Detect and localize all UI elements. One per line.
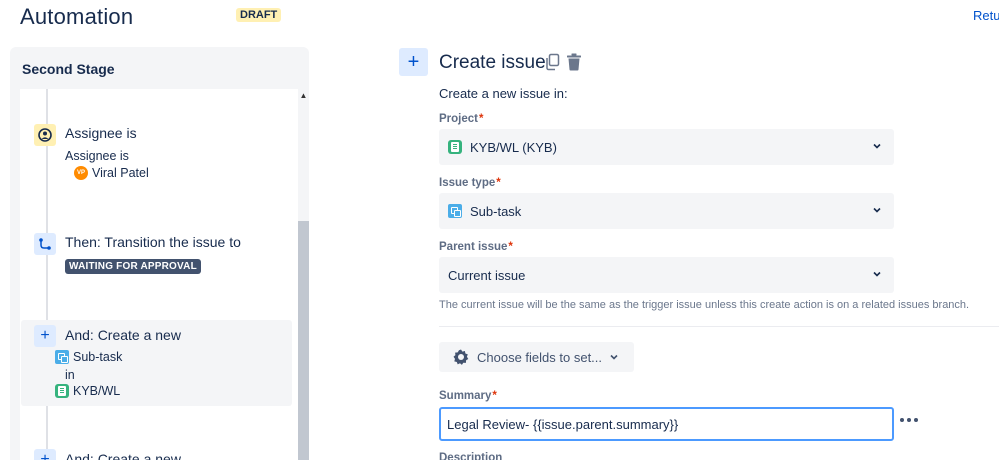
summary-input[interactable]: [439, 407, 894, 441]
more-options-icon[interactable]: [900, 414, 920, 426]
project-label-text: Project: [439, 113, 478, 125]
copy-icon[interactable]: [545, 53, 561, 71]
chevron-down-icon: [873, 143, 881, 149]
parent-issue-label-text: Parent issue: [439, 241, 508, 253]
required-mark: *: [496, 177, 501, 189]
chevron-down-icon: [610, 354, 618, 360]
project-icon: [55, 384, 69, 398]
avatar: VP: [74, 166, 88, 180]
chevron-down-icon: [873, 207, 881, 213]
rule-assignee-condition[interactable]: Assignee is Assignee is VP Viral Patel: [21, 115, 292, 187]
rule-create-issue-action-2[interactable]: + And: Create a new: [21, 444, 292, 460]
project-label: Project*: [439, 113, 483, 125]
assignee-value: VP Viral Patel: [74, 166, 149, 180]
gear-icon: [453, 349, 469, 365]
rule-create-issue-action[interactable]: + And: Create a new Sub-task in KYB/WL: [21, 320, 292, 406]
summary-label: Summary*: [439, 390, 497, 402]
scroll-up-arrow-icon[interactable]: ▲: [299, 91, 308, 100]
parent-issue-value: Current issue: [448, 267, 526, 283]
parent-issue-select[interactable]: Current issue: [439, 257, 894, 293]
parent-issue-label: Parent issue*: [439, 241, 513, 253]
form-subtitle: Create a new issue in:: [439, 86, 568, 101]
choose-fields-label: Choose fields to set...: [477, 349, 603, 365]
user-circle-icon: [34, 124, 56, 146]
add-component-button[interactable]: +: [399, 48, 428, 76]
plus-icon: +: [34, 449, 56, 460]
draft-status-badge: DRAFT: [236, 8, 282, 22]
issue-type-name: Sub-task: [73, 350, 123, 364]
issue-type-value: Sub-task: [470, 203, 522, 219]
transition-icon: [34, 233, 56, 255]
section-divider: [439, 326, 999, 327]
stage-title: Second Stage: [22, 61, 115, 77]
stage-panel: Second Stage Assignee is Assignee is VP …: [10, 47, 309, 460]
plus-icon: +: [34, 325, 56, 347]
issue-type-label-text: Issue type: [439, 177, 496, 189]
scroll-thumb[interactable]: [298, 221, 309, 460]
rule-transition-action[interactable]: Then: Transition the issue to WAITING FO…: [21, 225, 292, 283]
issue-type-row: Sub-task: [55, 350, 122, 364]
required-mark: *: [508, 241, 513, 253]
subtask-icon: [55, 350, 69, 364]
chevron-down-icon: [873, 271, 881, 277]
subtask-icon: [448, 204, 462, 218]
page-title: Automation: [20, 4, 134, 29]
project-select[interactable]: KYB/WL (KYB): [439, 129, 894, 165]
rule-heading: And: Create a new: [65, 451, 181, 460]
issue-type-select[interactable]: Sub-task: [439, 193, 894, 229]
project-row: KYB/WL: [55, 384, 120, 398]
required-mark: *: [479, 113, 484, 125]
choose-fields-button[interactable]: Choose fields to set...: [439, 342, 634, 372]
required-mark: *: [492, 390, 497, 402]
rule-heading: Assignee is: [65, 125, 137, 141]
form-title: Create issue: [439, 52, 546, 73]
rule-heading: And: Create a new: [65, 327, 181, 343]
status-lozenge: WAITING FOR APPROVAL: [65, 259, 201, 274]
rule-list: Assignee is Assignee is VP Viral Patel T…: [20, 89, 298, 460]
return-link[interactable]: Retu: [973, 8, 999, 23]
scrollbar[interactable]: ▲: [298, 89, 309, 460]
rule-heading: Then: Transition the issue to: [65, 234, 241, 250]
project-name: KYB/WL: [73, 384, 121, 398]
issue-type-label: Issue type*: [439, 177, 501, 189]
project-value: KYB/WL (KYB): [470, 139, 557, 155]
connector-text: in: [65, 368, 75, 382]
status-lozenge-row: WAITING FOR APPROVAL: [65, 259, 201, 274]
parent-issue-help-text: The current issue will be the same as th…: [439, 299, 970, 311]
project-icon: [448, 140, 462, 154]
assignee-name: Viral Patel: [92, 166, 149, 180]
plus-icon: +: [407, 50, 420, 73]
trash-icon[interactable]: [566, 53, 582, 71]
summary-label-text: Summary: [439, 390, 492, 402]
rule-detail: Assignee is: [65, 149, 129, 163]
description-label: Description: [439, 452, 503, 460]
